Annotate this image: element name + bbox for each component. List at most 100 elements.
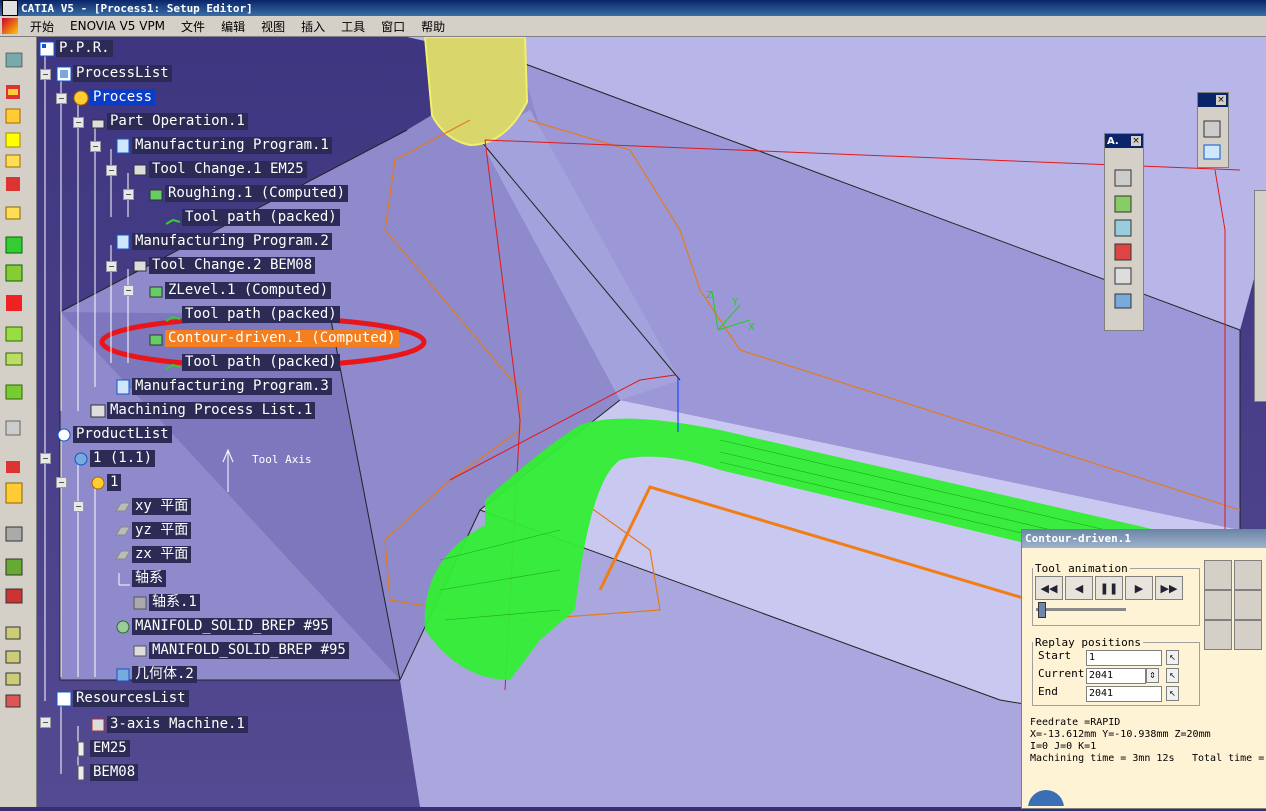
process-icon — [73, 90, 89, 105]
end-select-icon[interactable]: ↖ — [1166, 686, 1179, 701]
expand-ppr[interactable]: − — [40, 69, 51, 80]
expand-prod1-child[interactable]: − — [73, 501, 84, 512]
tree-node-tc1[interactable]: Tool Change.1 EM25 — [132, 161, 307, 178]
rewind-button[interactable]: ◀◀ — [1035, 576, 1063, 600]
tree-node-toolpath1[interactable]: Tool path (packed) — [165, 209, 340, 226]
expand-tc2[interactable]: − — [123, 285, 134, 296]
globe-icon — [1028, 790, 1064, 806]
tree-node-process[interactable]: Process — [73, 89, 156, 106]
tree-node-em25[interactable]: EM25 — [73, 740, 130, 757]
expand-processlist[interactable]: − — [56, 93, 67, 104]
start-label: Start — [1038, 649, 1072, 662]
tree-node-roughing[interactable]: Roughing.1 (Computed) — [148, 185, 349, 202]
step-back-button[interactable]: ◀ — [1065, 576, 1093, 600]
tree-node-mp3[interactable]: Manufacturing Program.3 — [115, 378, 332, 395]
current-spinner[interactable]: ⇕ — [1146, 668, 1159, 683]
tree-node-zx-plane[interactable]: zx 平面 — [115, 546, 192, 563]
menu-view[interactable]: 视图 — [253, 18, 293, 35]
left-toolbar — [0, 37, 37, 807]
end-field[interactable]: 2041 — [1086, 686, 1162, 702]
toolbar-icon-group[interactable] — [5, 52, 23, 708]
program-icon — [116, 138, 130, 153]
tree-node-manifold[interactable]: MANIFOLD_SOLID_BREP #95 — [115, 618, 332, 635]
menu-window[interactable]: 窗口 — [373, 18, 413, 35]
tree-node-machine[interactable]: 3-axis Machine.1 — [90, 716, 248, 733]
floating-toolbar-2-header[interactable]: × — [1198, 93, 1228, 107]
expand-prod1[interactable]: − — [56, 477, 67, 488]
expand-mp2[interactable]: − — [106, 261, 117, 272]
tree-node-mp1[interactable]: Manufacturing Program.1 — [115, 137, 332, 154]
tree-node-tc2[interactable]: Tool Change.2 BEM08 — [132, 257, 316, 274]
fast-forward-button[interactable]: ▶▶ — [1155, 576, 1183, 600]
expand-part-operation[interactable]: − — [90, 141, 101, 152]
tree-node-toolpath3[interactable]: Tool path (packed) — [165, 354, 340, 371]
tree-node-axis-system-1[interactable]: 轴系.1 — [132, 594, 200, 611]
tree-node-geometry[interactable]: 几何体.2 — [115, 666, 197, 683]
menu-insert[interactable]: 插入 — [293, 18, 333, 35]
menu-start[interactable]: 开始 — [22, 18, 62, 35]
save-button[interactable] — [1234, 590, 1262, 620]
expand-tc1[interactable]: − — [123, 189, 134, 200]
tree-node-axis-system[interactable]: 轴系 — [115, 570, 166, 587]
floating-toolbar-1-header[interactable]: A. × — [1105, 134, 1143, 148]
replay-slider-track[interactable] — [1036, 608, 1126, 611]
catia-menu-logo-icon[interactable] — [2, 18, 18, 34]
menu-edit[interactable]: 编辑 — [213, 18, 253, 35]
end-label: End — [1038, 685, 1058, 698]
tool-change-icon — [133, 164, 147, 175]
tree-node-part-operation[interactable]: Part Operation.1 — [90, 113, 248, 130]
tree-node-resourceslist[interactable]: ResourcesList — [56, 690, 189, 707]
menu-help[interactable]: 帮助 — [413, 18, 453, 35]
current-field[interactable]: 2041 — [1086, 668, 1146, 684]
step-forward-button[interactable]: ▶ — [1125, 576, 1153, 600]
tree-node-prod1[interactable]: 1 (1.1) — [73, 450, 156, 467]
current-select-icon[interactable]: ↖ — [1166, 668, 1179, 683]
tree-node-processlist[interactable]: ProcessList — [56, 65, 172, 82]
start-select-icon[interactable]: ↖ — [1166, 650, 1179, 665]
close-icon[interactable]: × — [1131, 136, 1141, 146]
process-list-icon — [56, 66, 72, 81]
tree-node-contour-driven[interactable]: Contour-driven.1 (Computed) — [148, 330, 399, 347]
expand-mp1[interactable]: − — [106, 165, 117, 176]
floating-toolbar-1[interactable]: A. × — [1104, 133, 1144, 331]
display-mode-button[interactable] — [1204, 560, 1232, 590]
video-button[interactable] — [1204, 590, 1232, 620]
expand-resourceslist[interactable]: − — [40, 717, 51, 728]
tree-node-prod1-child[interactable]: 1 — [90, 474, 122, 491]
ijk-readout: I=0 J=0 K=1 — [1030, 741, 1097, 752]
analysis-button[interactable] — [1234, 620, 1262, 650]
tree-node-zlevel[interactable]: ZLevel.1 (Computed) — [148, 282, 332, 299]
tree-node-mpl[interactable]: Machining Process List.1 — [90, 402, 316, 419]
floating-toolbar-1-icons[interactable] — [1105, 148, 1141, 328]
solid-icon — [133, 645, 147, 656]
floating-toolbar-3[interactable] — [1254, 190, 1266, 402]
floating-toolbar-2-icons[interactable] — [1198, 107, 1226, 165]
tool-change-icon — [133, 260, 147, 271]
tree-node-mp2[interactable]: Manufacturing Program.2 — [115, 233, 332, 250]
tree-node-manifold-child[interactable]: MANIFOLD_SOLID_BREP #95 — [132, 642, 349, 659]
start-field[interactable]: 1 — [1086, 650, 1162, 666]
close-icon[interactable]: × — [1216, 95, 1226, 105]
geometry-icon — [116, 668, 130, 681]
tree-node-bem08[interactable]: BEM08 — [73, 764, 139, 781]
replay-slider-thumb[interactable] — [1037, 602, 1046, 618]
menu-bar: 开始 ENOVIA V5 VPM 文件 编辑 视图 插入 工具 窗口 帮助 — [0, 16, 1266, 37]
menu-enovia[interactable]: ENOVIA V5 VPM — [62, 19, 173, 33]
tree-node-yz-plane[interactable]: yz 平面 — [115, 522, 192, 539]
total-time-readout: Total time = — [1192, 753, 1265, 764]
tool-display-button[interactable] — [1234, 560, 1262, 590]
menu-tools[interactable]: 工具 — [333, 18, 373, 35]
expand-process[interactable]: − — [73, 117, 84, 128]
tree-node-ppr[interactable]: P.P.R. — [39, 40, 113, 57]
camera-button[interactable] — [1204, 620, 1232, 650]
product-list-icon — [57, 428, 71, 441]
tree-node-xy-plane[interactable]: xy 平面 — [115, 498, 192, 515]
cutter-icon — [77, 765, 85, 780]
menu-file[interactable]: 文件 — [173, 18, 213, 35]
expand-productlist[interactable]: − — [40, 453, 51, 464]
pause-button[interactable]: ❚❚ — [1095, 576, 1123, 600]
tree-node-productlist[interactable]: ProductList — [56, 426, 172, 443]
floating-toolbar-2[interactable]: × — [1197, 92, 1229, 168]
tree-node-toolpath2[interactable]: Tool path (packed) — [165, 306, 340, 323]
part-icon — [91, 476, 105, 489]
